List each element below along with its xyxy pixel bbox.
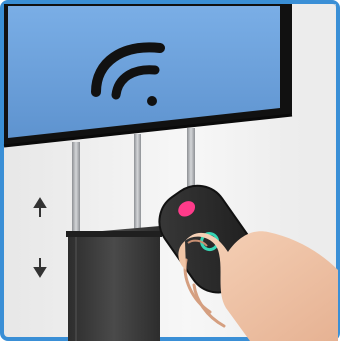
- product-photo: [0, 0, 340, 341]
- tv-lift-illustration: [0, 0, 340, 341]
- lift-cabinet: [66, 226, 162, 341]
